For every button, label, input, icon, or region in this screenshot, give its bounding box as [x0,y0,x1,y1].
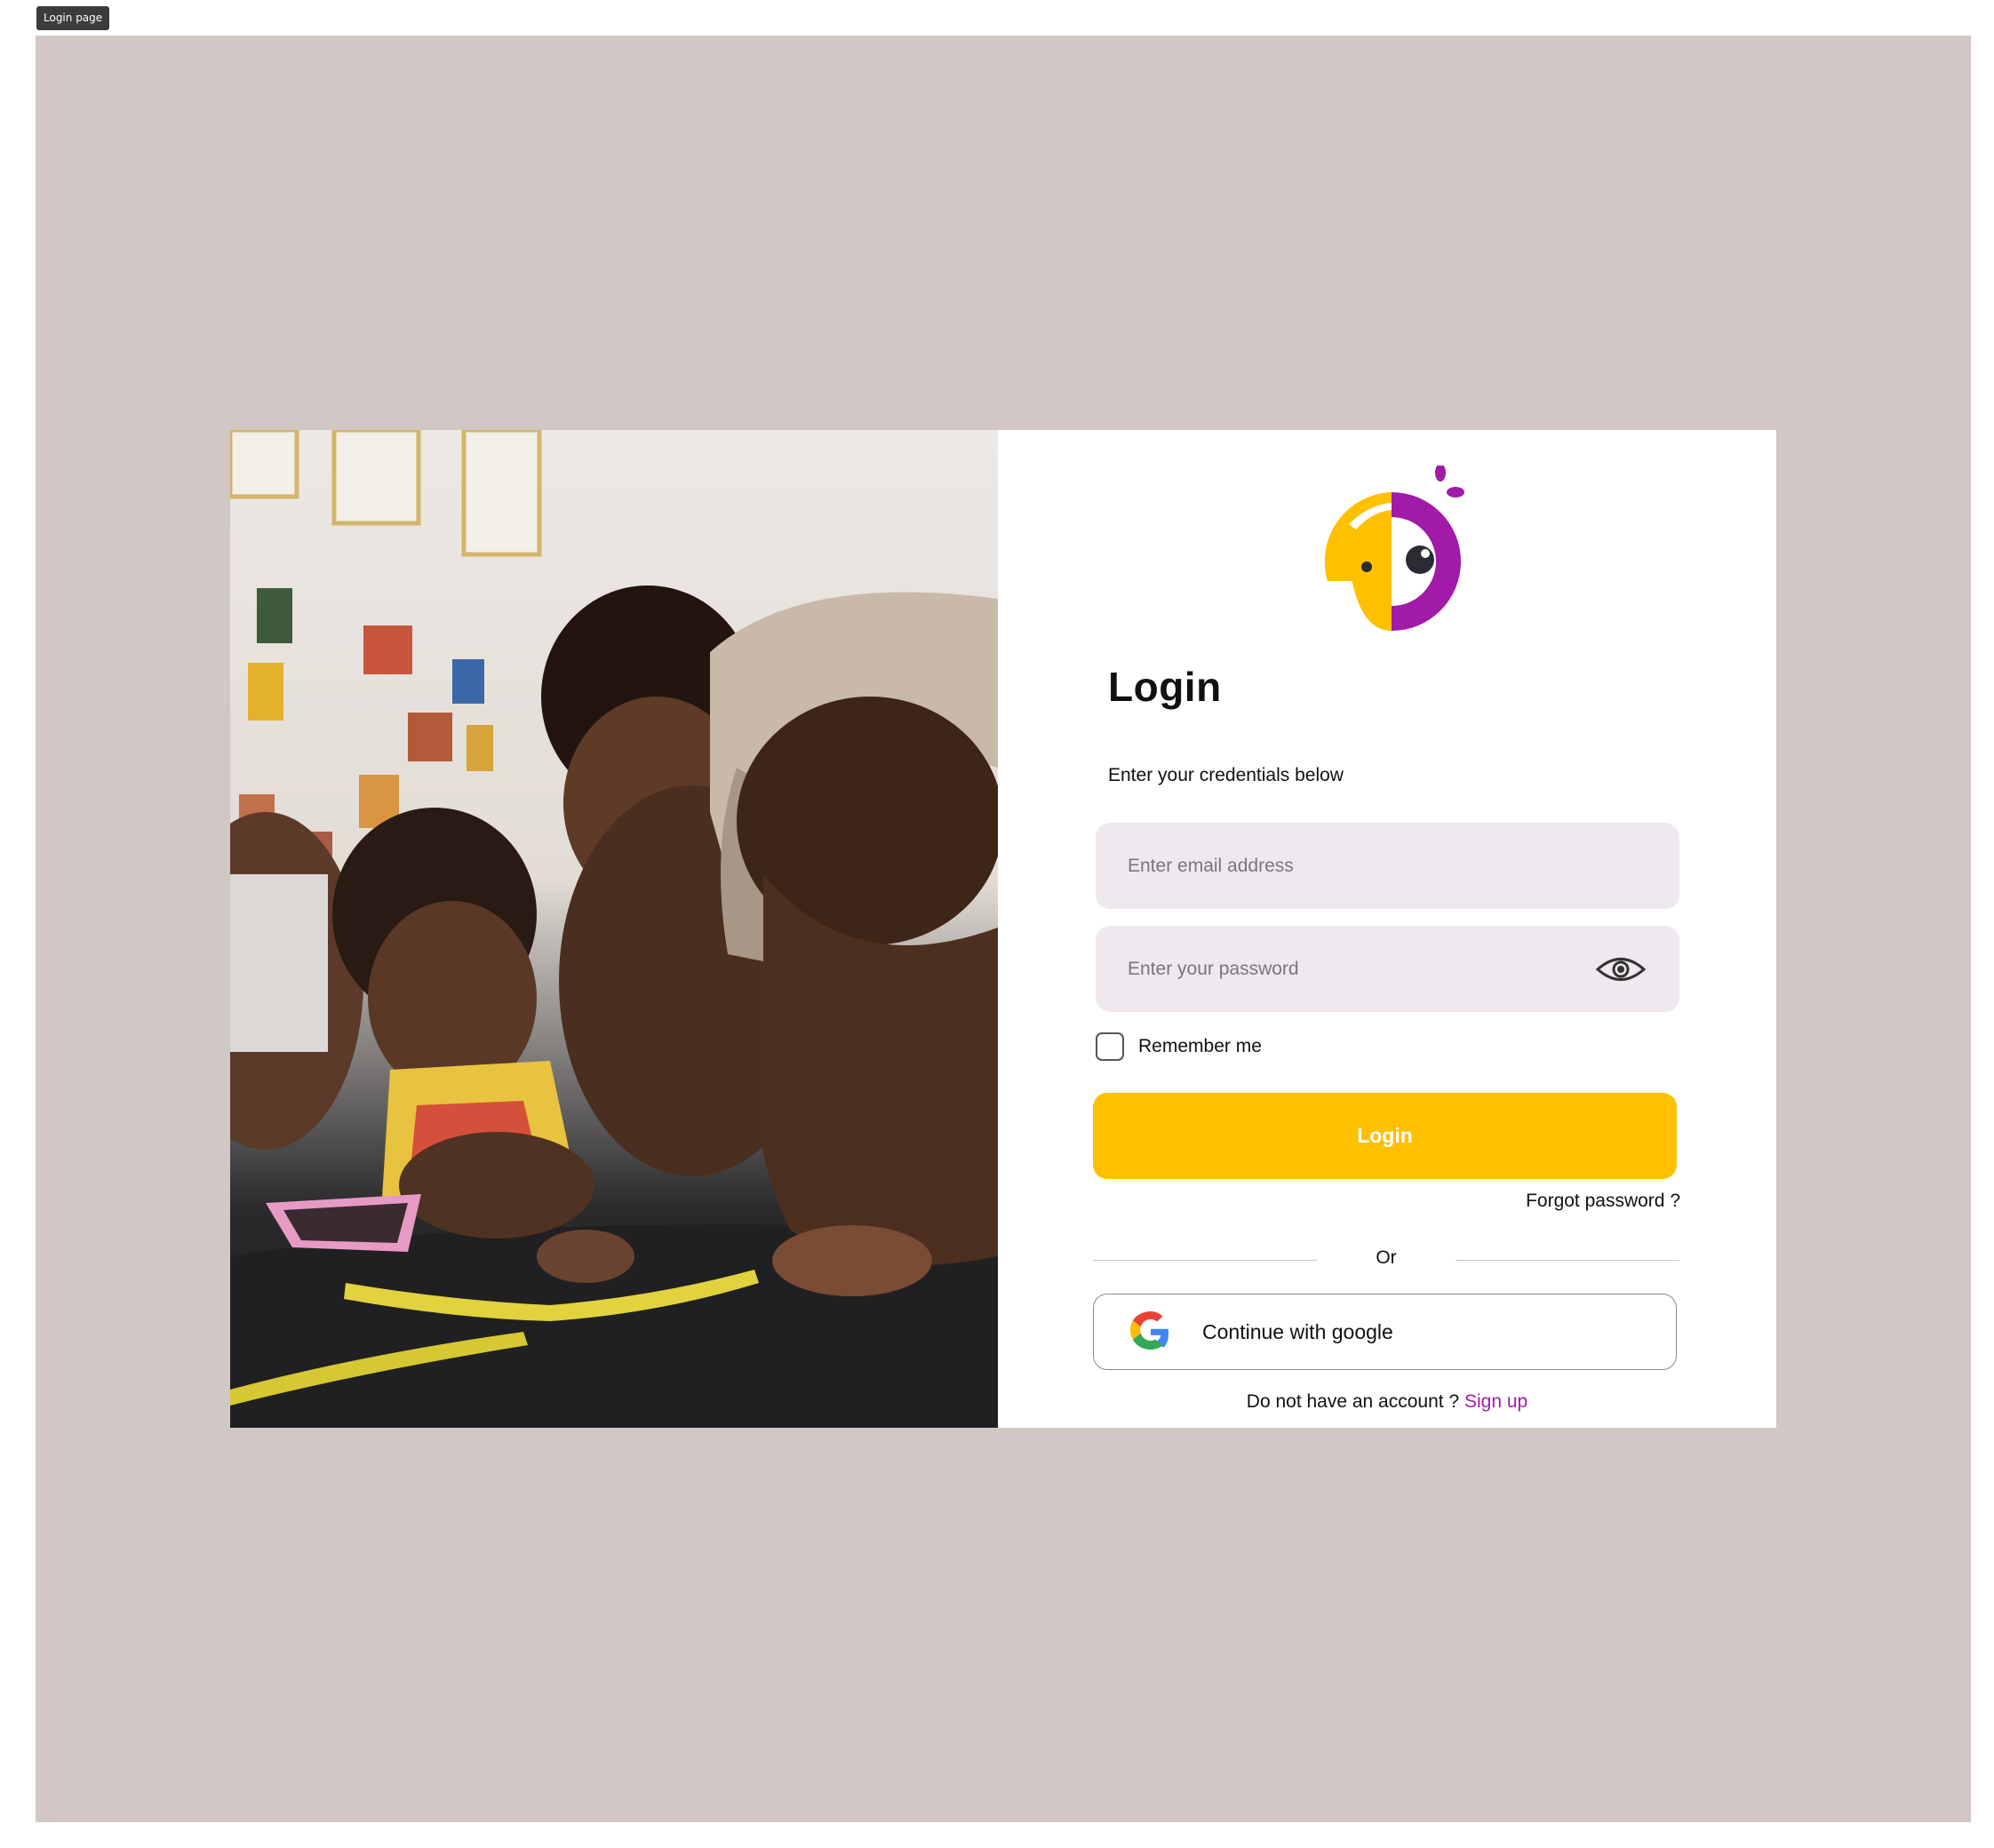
google-icon [1130,1311,1168,1350]
remember-me-label: Remember me [1138,1036,1262,1056]
hero-photo [230,430,998,1428]
page-canvas: Login Enter your credentials below Remem… [36,36,1971,1822]
remember-me-checkbox[interactable] [1096,1032,1124,1061]
password-input[interactable] [1096,926,1679,1012]
eye-icon[interactable] [1595,954,1647,984]
signup-link[interactable]: Sign up [1464,1391,1527,1412]
forgot-password-link[interactable]: Forgot password ? [1526,1191,1680,1212]
divider-or: Or [1376,1247,1397,1268]
continue-with-google-button[interactable]: Continue with google [1093,1294,1677,1370]
parrot-logo-icon [1324,466,1464,631]
divider-line-left [1093,1260,1317,1261]
login-panel: Login Enter your credentials below Remem… [998,430,1776,1428]
email-input[interactable] [1096,823,1679,909]
divider-line-right [1456,1260,1679,1261]
google-button-label: Continue with google [1202,1319,1393,1343]
hero-photo-illustration [230,430,998,1428]
login-card: Login Enter your credentials below Remem… [230,430,1776,1428]
login-button[interactable]: Login [1093,1093,1677,1179]
signup-prompt: Do not have an account ? [1246,1391,1460,1412]
signup-row: Do not have an account ? Sign up [998,1391,1776,1413]
page-title: Login [1108,664,1222,710]
remember-me-row: Remember me [1096,1032,1262,1061]
frame-label: Login page [36,6,110,30]
page-subtitle: Enter your credentials below [1108,765,1344,785]
